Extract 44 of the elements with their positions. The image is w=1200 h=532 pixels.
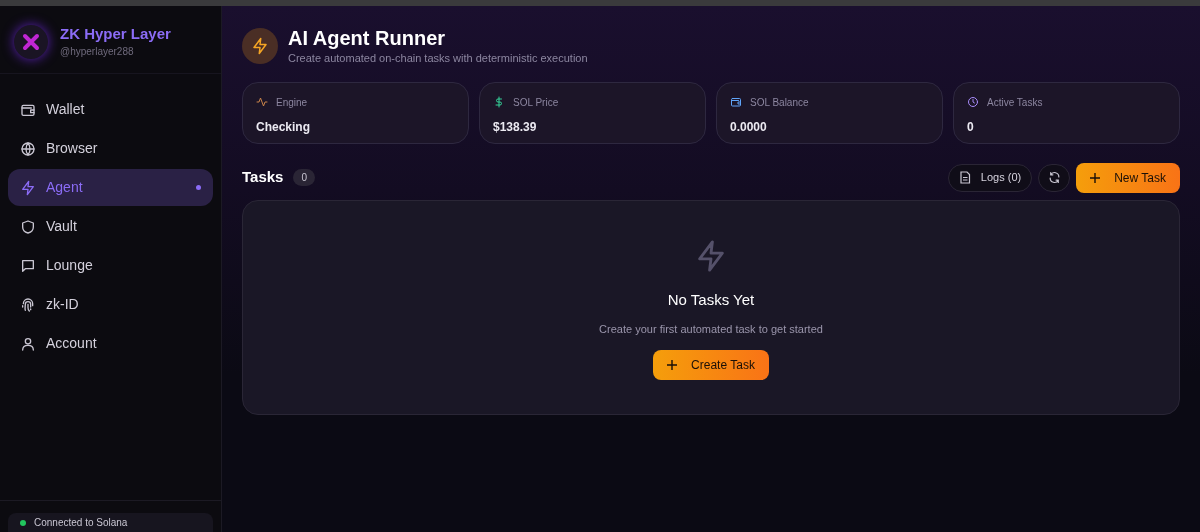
logs-button[interactable]: Logs (0) bbox=[947, 163, 1033, 192]
nav-item[interactable]: Account bbox=[8, 325, 213, 362]
new-task-button[interactable]: New Task bbox=[1076, 162, 1180, 193]
wallet-icon bbox=[730, 96, 742, 108]
user-icon bbox=[20, 335, 36, 352]
page-title: AI Agent Runner bbox=[288, 26, 447, 50]
plus-icon bbox=[667, 359, 678, 370]
document-icon bbox=[958, 171, 971, 184]
refresh-button[interactable] bbox=[1038, 163, 1071, 192]
speech-bubble-icon bbox=[20, 257, 36, 274]
globe-icon bbox=[20, 140, 36, 157]
shield-icon bbox=[20, 218, 36, 235]
nav-item[interactable]: Vault bbox=[8, 208, 213, 245]
connection-status: Connected to Solana bbox=[8, 513, 213, 532]
lightning-icon bbox=[242, 28, 278, 65]
refresh-icon bbox=[1047, 171, 1061, 184]
stat-label: SOL Balance bbox=[750, 95, 809, 110]
nav-item[interactable]: Agent bbox=[8, 169, 213, 206]
nav-item[interactable]: zk-ID bbox=[8, 286, 213, 323]
logo-icon bbox=[14, 24, 48, 59]
stat-label: Active Tasks bbox=[987, 95, 1043, 110]
fingerprint-icon bbox=[20, 296, 36, 313]
nav-item[interactable]: Browser bbox=[8, 130, 213, 167]
stat-value: 0 bbox=[967, 118, 975, 136]
brand-name: ZK Hyper Layer bbox=[60, 24, 171, 44]
nav-item[interactable]: Wallet bbox=[8, 91, 213, 128]
stat-value: $138.39 bbox=[493, 118, 538, 136]
create-task-button[interactable]: Create Task bbox=[653, 349, 769, 380]
stat-value: Checking bbox=[256, 118, 311, 136]
stat-value: 0.0000 bbox=[730, 118, 768, 136]
nav-item[interactable]: Lounge bbox=[8, 247, 213, 284]
lightning-icon bbox=[20, 179, 36, 196]
section-title: Tasks bbox=[242, 167, 284, 188]
dollar-icon bbox=[493, 96, 505, 108]
empty-state-message: Create your first automated task to get started bbox=[599, 322, 823, 337]
stat-label: SOL Price bbox=[513, 95, 559, 110]
page-subtitle: Create automated on-chain tasks with deterministic execution bbox=[288, 51, 588, 66]
pulse-icon bbox=[256, 96, 268, 108]
clock-icon bbox=[967, 96, 979, 108]
task-count: 0 bbox=[293, 169, 315, 186]
stat-label: Engine bbox=[276, 95, 308, 110]
plus-icon bbox=[1090, 172, 1101, 183]
empty-state-title: No Tasks Yet bbox=[667, 289, 755, 310]
brand-handle: @hyperlayer288 bbox=[60, 45, 135, 59]
